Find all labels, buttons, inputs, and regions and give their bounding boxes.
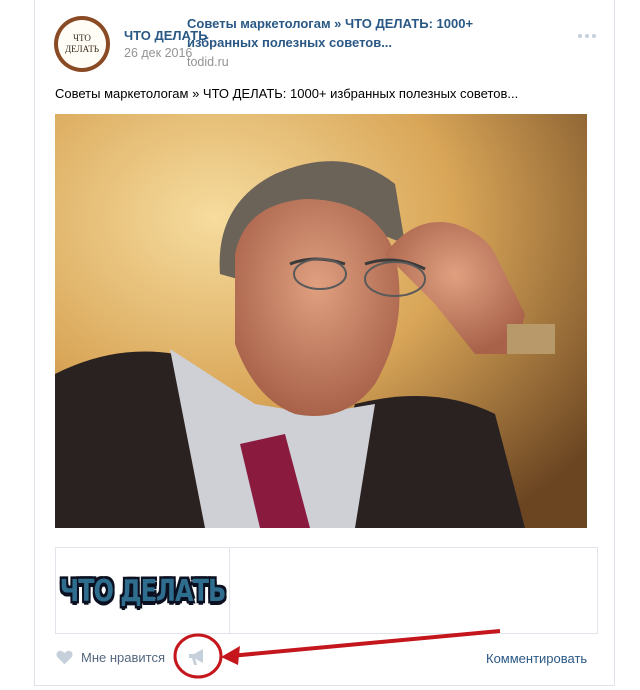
comment-button[interactable]: Комментировать bbox=[486, 651, 587, 666]
link-title[interactable]: Советы маркетологам » ЧТО ДЕЛАТЬ: 1000+ … bbox=[187, 14, 507, 52]
link-domain[interactable]: todid.ru bbox=[187, 55, 229, 69]
more-dots-icon[interactable] bbox=[578, 32, 600, 40]
post-text: Советы маркетологам » ЧТО ДЕЛАТЬ: 1000+ … bbox=[55, 86, 519, 101]
photo-illustration bbox=[55, 114, 587, 528]
avatar-logo: ЧТО ДЕЛАТЬ bbox=[58, 20, 106, 68]
link-preview[interactable]: ЧТО ДЕЛАТЬ bbox=[55, 547, 598, 634]
heart-icon bbox=[56, 650, 73, 665]
avatar-line-2: ДЕЛАТЬ bbox=[65, 44, 99, 54]
author-avatar[interactable]: ЧТО ДЕЛАТЬ bbox=[54, 16, 110, 72]
like-button[interactable]: Мне нравится bbox=[56, 650, 165, 665]
share-button[interactable] bbox=[186, 647, 210, 667]
post-photo[interactable] bbox=[55, 114, 587, 528]
avatar-line-1: ЧТО bbox=[73, 33, 91, 43]
post-date[interactable]: 26 дек 2016 bbox=[124, 46, 192, 60]
link-thumbnail[interactable]: ЧТО ДЕЛАТЬ bbox=[56, 548, 230, 633]
megaphone-icon bbox=[189, 649, 203, 665]
link-thumb-logo: ЧТО ДЕЛАТЬ bbox=[59, 573, 226, 608]
like-label: Мне нравится bbox=[81, 650, 166, 665]
